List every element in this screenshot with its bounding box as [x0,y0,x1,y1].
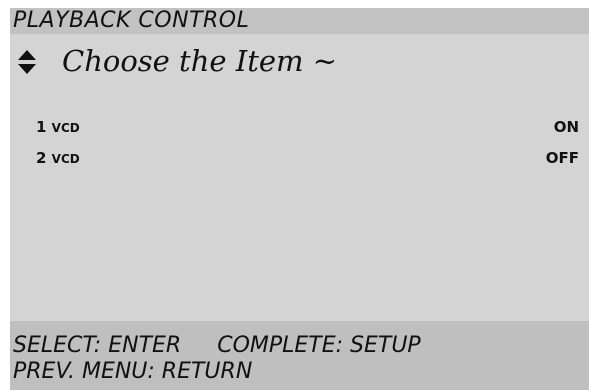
footer-line-1: SELECT: ENTER COMPLETE: SETUP [13,333,421,359]
complete-hint: COMPLETE: SETUP [217,333,421,358]
item-label-2[interactable]: 2 VCD [36,149,80,167]
item-index-1: 1 [36,118,47,136]
list-item-1[interactable]: 1 VCD ON [10,114,589,140]
list-item-2[interactable]: 2 VCD OFF [10,145,589,171]
prev-menu-hint: PREV. MENU: RETURN [13,359,253,384]
up-down-arrows-icon [18,50,36,74]
page-title: PLAYBACK CONTROL [13,8,250,33]
osd-screen: PLAYBACK CONTROL Choose the Item ~ 1 VCD… [10,8,589,390]
item-name-1: VCD [51,121,80,135]
footer-line-2: PREV. MENU: RETURN [13,359,252,385]
item-value-1[interactable]: ON [554,118,579,136]
item-value-2[interactable]: OFF [546,149,579,167]
item-prompt: Choose the Item ~ [10,35,589,89]
item-label-1[interactable]: 1 VCD [36,118,80,136]
item-name-2: VCD [51,152,80,166]
prompt-text: Choose the Item ~ [62,44,338,78]
help-footer: SELECT: ENTER COMPLETE: SETUP PREV. MENU:… [10,321,589,390]
select-hint: SELECT: ENTER [13,333,182,358]
item-index-2: 2 [36,149,47,167]
title-bar: PLAYBACK CONTROL [10,8,589,34]
